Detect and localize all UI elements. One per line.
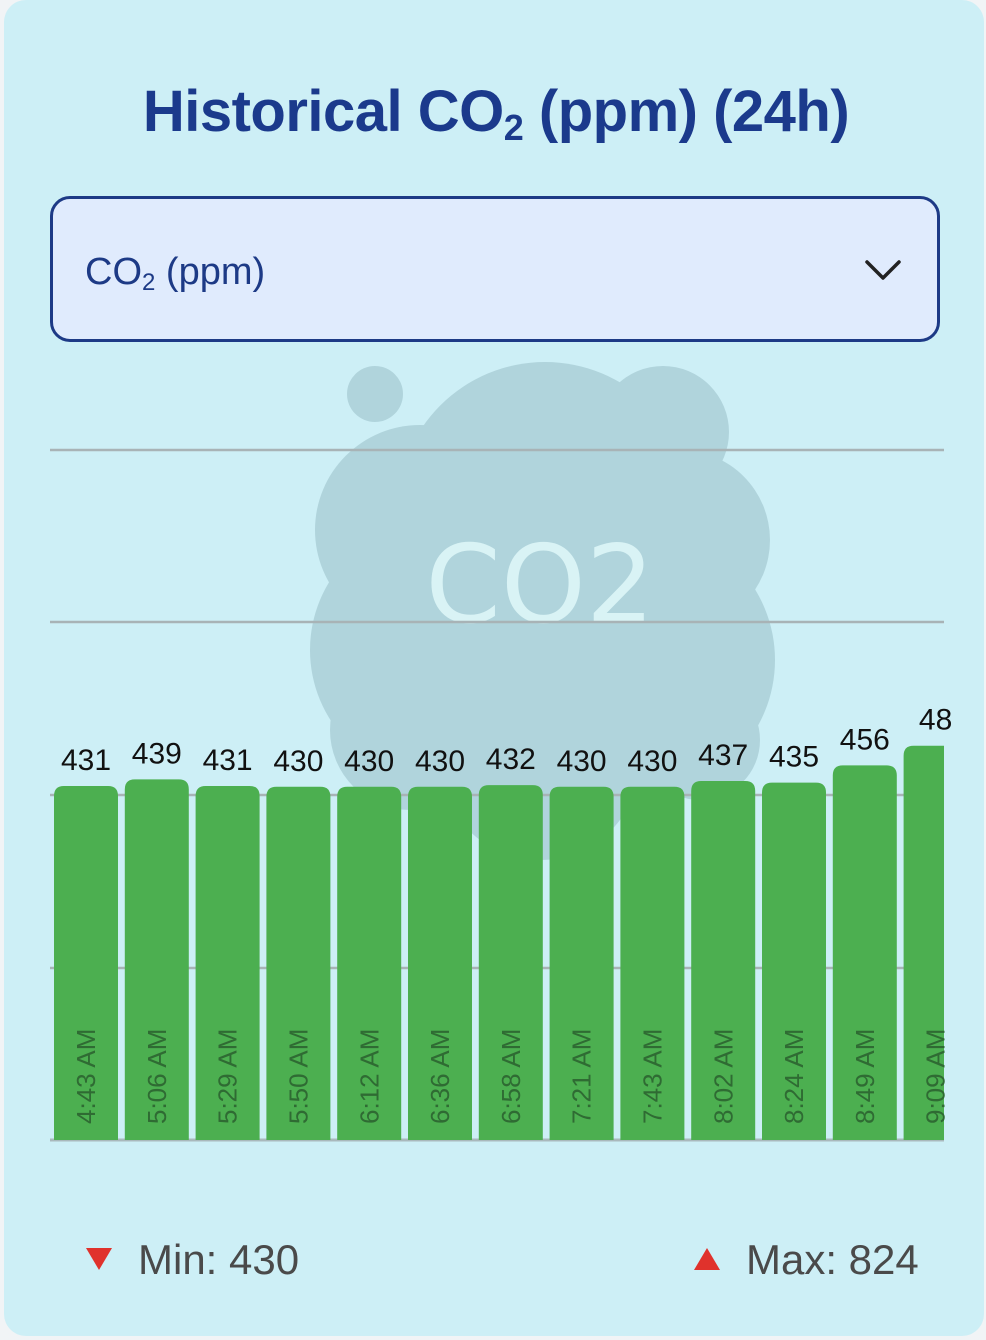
bar-value-label: 430 [415, 745, 465, 778]
bar-value-label: 430 [273, 745, 323, 778]
x-tick-label: 7:43 AM [638, 1029, 668, 1124]
metric-select[interactable]: CO2 (ppm) [50, 196, 940, 342]
metric-select-value: CO2 (ppm) [85, 251, 266, 296]
x-tick-label: 5:50 AM [283, 1029, 313, 1124]
x-tick-label: 6:58 AM [496, 1029, 526, 1124]
x-tick-label: 8:02 AM [708, 1029, 738, 1124]
bar-value-label: 431 [203, 744, 253, 777]
x-tick-label: 6:12 AM [354, 1029, 384, 1124]
x-tick-label: 8:49 AM [850, 1029, 880, 1124]
x-tick-label: 5:29 AM [213, 1029, 243, 1124]
x-tick-label: 9:09 AM [921, 1029, 951, 1124]
bar-value-label: 430 [627, 745, 677, 778]
bar-value-label: 435 [769, 741, 819, 774]
max-stat: Max: 824 [694, 1236, 919, 1284]
bar-value-label: 432 [486, 743, 536, 776]
page-title: Historical CO2 (ppm) (24h) [142, 79, 850, 148]
min-stat: Min: 430 [86, 1236, 299, 1284]
bar-chart: 431 4:43 AM 439 5:06 AM 431 5:29 AM 430 5:50 AM… [50, 448, 952, 1142]
max-value: Max: 824 [746, 1236, 919, 1283]
bar-chart-area: CO2 431 4:43 AM 439 5:06 AM 431 5:29 AM 430 5:5… [0, 340, 986, 1160]
bar-value-label: 431 [61, 744, 111, 777]
triangle-down-icon [86, 1248, 112, 1270]
bar-value-label: 437 [698, 739, 748, 772]
bar-value-label: 48 [919, 704, 952, 737]
bar-value-label: 430 [557, 745, 607, 778]
x-tick-label: 6:36 AM [425, 1029, 455, 1124]
x-tick-label: 5:06 AM [142, 1029, 172, 1124]
bar-value-label: 456 [840, 723, 890, 756]
x-tick-label: 4:43 AM [71, 1029, 101, 1124]
min-value: Min: 430 [138, 1236, 300, 1283]
x-tick-label: 7:21 AM [567, 1029, 597, 1124]
bar-value-label: 439 [132, 737, 182, 770]
chevron-down-icon [865, 260, 901, 280]
bar-value-label: 430 [344, 745, 394, 778]
triangle-up-icon [694, 1248, 720, 1270]
x-tick-label: 8:24 AM [779, 1029, 809, 1124]
